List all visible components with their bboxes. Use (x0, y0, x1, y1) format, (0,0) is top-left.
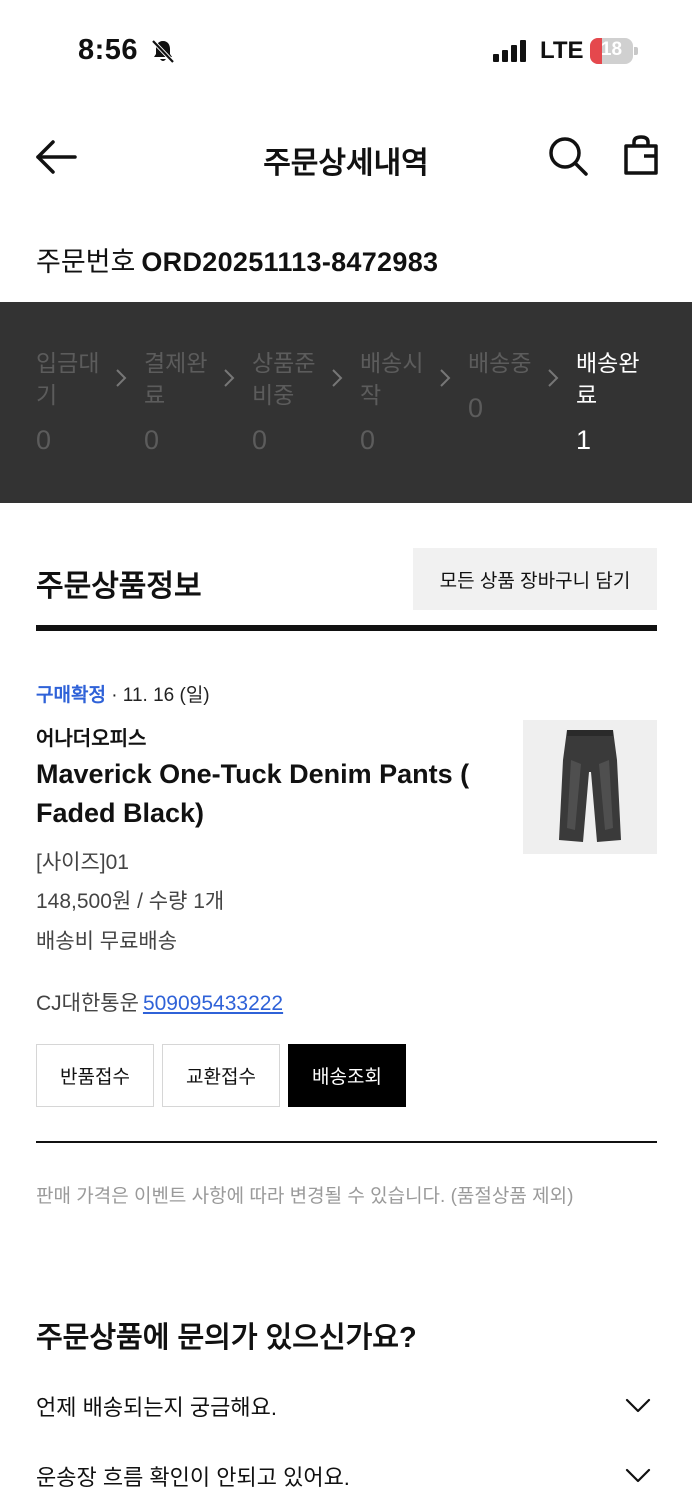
price-notice: 판매 가격은 이벤트 사항에 따라 변경될 수 있습니다. (품절상품 제외) (36, 1186, 574, 1207)
product-brand[interactable]: 어나더오피스 (36, 722, 146, 751)
signal-icon (493, 40, 526, 62)
order-number-label: 주문번호 (36, 247, 136, 277)
shipping-fee: 배송비 무료배송 (36, 930, 178, 953)
product-option: [사이즈]01 (36, 851, 129, 874)
step-label: 배송시작 (360, 350, 424, 408)
section-divider (36, 625, 657, 631)
search-icon[interactable] (547, 135, 589, 177)
step-count: 0 (360, 425, 376, 455)
step-count: 0 (468, 393, 484, 423)
faq-item[interactable]: 운송장 흐름 확인이 안되고 있어요. (36, 1460, 657, 1500)
faq-question: 운송장 흐름 확인이 안되고 있어요. (36, 1465, 350, 1490)
step-label: 입금대기 (36, 350, 100, 408)
purchase-status: 구매확정 · 11. 16 (일) (36, 680, 210, 707)
add-all-to-cart-button[interactable]: 모든 상품 장바구니 담기 (413, 548, 657, 610)
item-divider (36, 1141, 657, 1143)
order-number: 주문번호 ORD20251113-8472983 (36, 240, 438, 279)
order-status-steps: 입금대기 0 결제완료 0 상품준비중 0 배송시작 0 배송중 0 배송완료 … (0, 302, 692, 503)
chevron-right-icon (332, 369, 343, 387)
chevron-down-icon (625, 1398, 651, 1413)
status-date: · 11. 16 (일) (105, 685, 210, 706)
chevron-right-icon (116, 369, 127, 387)
status-time: 8:56 (78, 34, 139, 66)
step-label: 배송완료 (576, 350, 640, 408)
return-request-button[interactable]: 반품접수 (36, 1044, 154, 1107)
product-name[interactable]: Maverick One-Tuck Denim Pants ( Faded Bl… (36, 755, 506, 833)
order-number-value: ORD20251113-8472983 (141, 247, 439, 277)
battery-level: 18 (600, 39, 623, 60)
step-count: 0 (144, 425, 160, 455)
chevron-right-icon (440, 369, 451, 387)
chevron-right-icon (548, 369, 559, 387)
faq-question: 언제 배송되는지 궁금해요. (36, 1395, 277, 1420)
section-title: 주문상품정보 (36, 570, 202, 603)
bell-muted-icon (151, 39, 175, 64)
exchange-request-button[interactable]: 교환접수 (162, 1044, 280, 1107)
faq-item[interactable]: 언제 배송되는지 궁금해요. (36, 1390, 657, 1430)
status-badge: 구매확정 (36, 685, 106, 706)
chevron-right-icon (224, 369, 235, 387)
step-shipping-started: 배송시작 0 (360, 347, 442, 456)
step-preparing: 상품준비중 0 (252, 347, 334, 456)
product-price-quantity: 148,500원 / 수량 1개 (36, 890, 225, 913)
step-delivered: 배송완료 1 (576, 347, 658, 456)
step-in-transit: 배송중 0 (468, 347, 550, 424)
courier-name: CJ대한통운 (36, 992, 139, 1015)
courier-info: CJ대한통운 509095433222 (36, 987, 283, 1017)
step-count: 1 (576, 425, 592, 455)
step-payment-complete: 결제완료 0 (144, 347, 226, 456)
tracking-number-link[interactable]: 509095433222 (143, 992, 283, 1015)
track-delivery-button[interactable]: 배송조회 (288, 1044, 406, 1107)
chevron-down-icon (625, 1468, 651, 1483)
battery-icon: 18 (590, 38, 638, 64)
step-label: 배송중 (468, 350, 532, 376)
step-count: 0 (36, 425, 52, 455)
shopping-bag-icon[interactable] (620, 134, 662, 176)
network-type: LTE (540, 37, 584, 64)
inquiry-title: 주문상품에 문의가 있으신가요? (36, 1322, 417, 1354)
step-pending-deposit: 입금대기 0 (36, 347, 118, 456)
step-count: 0 (252, 425, 268, 455)
step-label: 상품준비중 (252, 350, 316, 408)
product-thumbnail[interactable] (523, 720, 657, 854)
step-label: 결제완료 (144, 350, 208, 408)
